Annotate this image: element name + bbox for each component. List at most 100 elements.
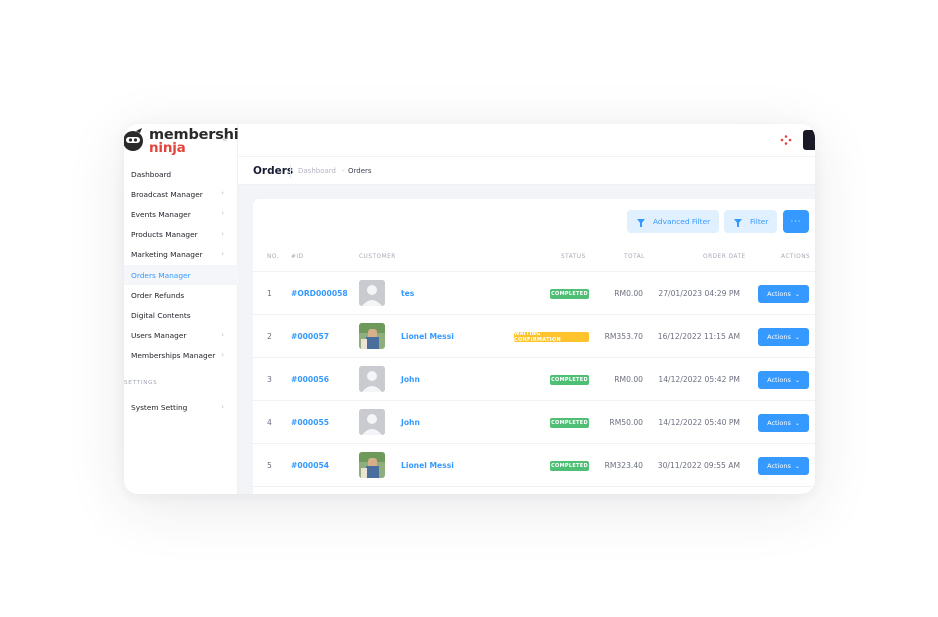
actions-button[interactable]: Actions ⌄ <box>758 457 809 475</box>
sidebar-item-order-refunds[interactable]: Order Refunds <box>124 285 238 305</box>
column-header-no: NO. <box>267 254 280 260</box>
actions-button[interactable]: Actions ⌄ <box>758 285 809 303</box>
advanced-filter-button[interactable]: Advanced Filter <box>627 210 719 233</box>
filter-button[interactable]: Filter <box>724 210 777 233</box>
user-avatar[interactable] <box>803 130 815 150</box>
sidebar: membership ninja « Dashboard Broadcast M… <box>124 124 249 494</box>
table-row: 5 #000054 Lionel Messi COMPLETED RM323.4… <box>253 443 815 486</box>
customer-name-link[interactable]: Lionel Messi <box>401 461 454 470</box>
chevron-right-icon: › <box>221 209 224 218</box>
status-badge: COMPLETED <box>550 289 589 299</box>
actions-label: Actions <box>767 376 791 384</box>
sidebar-item-label: Dashboard <box>131 169 172 179</box>
customer-name-link[interactable]: John <box>401 418 420 427</box>
sidebar-item-label: Marketing Manager <box>131 250 203 260</box>
chevron-down-icon: ⌄ <box>794 419 800 427</box>
chevron-right-icon: › <box>221 350 224 359</box>
row-number: 5 <box>267 461 272 470</box>
page-title: Orders <box>253 165 294 177</box>
order-total: RM0.00 <box>614 289 643 298</box>
sidebar-item-orders-manager[interactable]: Orders Manager <box>124 264 238 286</box>
table-row: 3 #000056 John COMPLETED RM0.00 14/12/20… <box>253 357 815 400</box>
sidebar-item-marketing-manager[interactable]: Marketing Manager › <box>124 245 238 265</box>
chevron-down-icon: ⌄ <box>794 290 800 298</box>
sidebar-item-label: System Setting <box>131 403 188 413</box>
order-date: 14/12/2022 05:40 PM <box>658 418 740 427</box>
row-number: 1 <box>267 289 272 298</box>
actions-button[interactable]: Actions ⌄ <box>758 371 809 389</box>
sidebar-item-label: Events Manager <box>131 209 191 219</box>
avatar-placeholder-icon <box>359 409 385 435</box>
order-id-link[interactable]: #000054 <box>291 461 329 470</box>
breadcrumb-dashboard[interactable]: Dashboard <box>298 167 336 175</box>
actions-label: Actions <box>767 419 791 427</box>
actions-button[interactable]: Actions ⌄ <box>758 328 809 346</box>
sidebar-item-broadcast-manager[interactable]: Broadcast Manager › <box>124 184 238 204</box>
status-badge: COMPLETED <box>550 418 589 428</box>
orders-panel: Advanced Filter Filter ··· NO. #ID CUSTO… <box>253 199 815 494</box>
actions-label: Actions <box>767 333 791 341</box>
order-total: RM50.00 <box>609 418 643 427</box>
breadcrumb-orders[interactable]: Orders <box>348 167 372 175</box>
brand-logo[interactable]: membership ninja « <box>124 126 249 156</box>
ninja-logo-icon <box>124 128 143 151</box>
sidebar-item-users-manager[interactable]: Users Manager › <box>124 326 238 346</box>
chevron-right-icon: › <box>221 189 224 198</box>
row-number: 2 <box>267 332 272 341</box>
sidebar-item-label: Digital Contents <box>131 310 191 320</box>
column-header-status: STATUS <box>561 254 586 260</box>
brand-name-line2: ninja <box>149 140 186 156</box>
order-id-link[interactable]: #000057 <box>291 332 329 341</box>
order-date: 27/01/2023 04:29 PM <box>658 289 740 298</box>
avatar-placeholder-icon <box>359 366 385 392</box>
sidebar-item-label: Products Manager <box>131 230 198 240</box>
order-id-link[interactable]: #ORD000058 <box>291 289 348 298</box>
order-total: RM323.40 <box>604 461 643 470</box>
sidebar-item-system-setting[interactable]: System Setting › <box>124 398 238 418</box>
collapse-sidebar-icon[interactable]: « <box>222 135 228 145</box>
sidebar-item-label: Orders Manager <box>131 270 191 280</box>
page-subheader: Orders Dashboard - Orders <box>238 156 815 185</box>
order-date: 14/12/2022 05:42 PM <box>658 375 740 384</box>
row-number: 3 <box>267 375 272 384</box>
app-window: membership ninja « Dashboard Broadcast M… <box>124 124 815 494</box>
chevron-right-icon: › <box>221 229 224 238</box>
table-row: 4 #000055 John COMPLETED RM50.00 14/12/2… <box>253 400 815 443</box>
row-number: 4 <box>267 418 272 427</box>
customer-name-link[interactable]: John <box>401 375 420 384</box>
sidebar-item-events-manager[interactable]: Events Manager › <box>124 204 238 224</box>
sidebar-item-label: Order Refunds <box>131 290 185 300</box>
sidebar-item-memberships-manager[interactable]: Memberships Manager › <box>124 346 238 366</box>
order-id-link[interactable]: #000056 <box>291 375 329 384</box>
sidebar-item-digital-contents[interactable]: Digital Contents <box>124 305 238 325</box>
chevron-down-icon: ⌄ <box>794 376 800 384</box>
sidebar-item-products-manager[interactable]: Products Manager › <box>124 225 238 245</box>
actions-button[interactable]: Actions ⌄ <box>758 414 809 432</box>
status-badge: COMPLETED <box>550 375 589 385</box>
notifications-icon[interactable] <box>779 134 793 146</box>
topbar <box>238 124 815 156</box>
customer-name-link[interactable]: Lionel Messi <box>401 332 454 341</box>
order-date: 16/12/2022 11:15 AM <box>657 332 740 341</box>
advanced-filter-label: Advanced Filter <box>653 217 711 226</box>
chevron-right-icon: › <box>221 249 224 258</box>
table-row-partial <box>253 486 815 494</box>
column-header-total: TOTAL <box>624 254 645 260</box>
sidebar-item-dashboard[interactable]: Dashboard <box>124 164 238 184</box>
status-badge: COMPLETED <box>550 461 589 471</box>
customer-name-link[interactable]: tes <box>401 289 414 298</box>
status-badge: WAITING CONFIRMATION <box>514 331 589 343</box>
sidebar-item-label: Broadcast Manager <box>131 189 203 199</box>
header-divider <box>290 165 291 178</box>
table-row: 2 #000057 Lionel Messi WAITING CONFIRMAT… <box>253 314 815 357</box>
filter-label: Filter <box>750 217 769 226</box>
order-id-link[interactable]: #000055 <box>291 418 329 427</box>
chevron-right-icon: › <box>221 402 224 411</box>
column-header-customer: CUSTOMER <box>359 254 396 260</box>
actions-label: Actions <box>767 462 791 470</box>
breadcrumb-separator: - <box>342 167 345 175</box>
order-total: RM353.70 <box>604 332 643 341</box>
more-options-button[interactable]: ··· <box>783 210 809 233</box>
actions-label: Actions <box>767 290 791 298</box>
sidebar-item-label: Memberships Manager <box>131 351 216 361</box>
